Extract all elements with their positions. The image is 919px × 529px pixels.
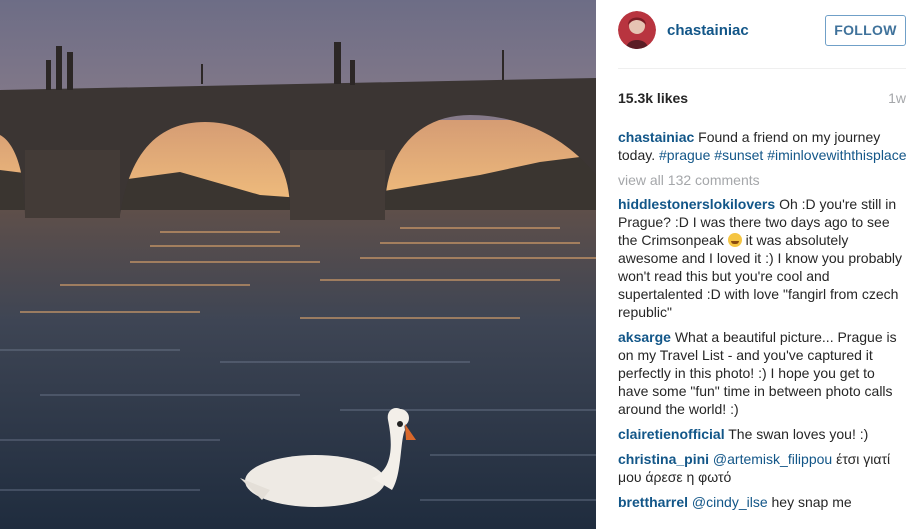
comment-item: clairetienofficial The swan loves you! :… [618,425,908,443]
comment-username[interactable]: clairetienofficial [618,426,725,442]
caption-username[interactable]: chastainiac [618,129,694,145]
likes-count[interactable]: 15.3k likes [618,90,688,106]
post-photo[interactable] [0,0,596,529]
hashtag[interactable]: #prague [659,147,710,163]
comment-text: hey snap me [771,494,852,510]
comment-username[interactable]: hiddlestonerslokilovers [618,196,775,212]
post-header: chastainiac FOLLOW [618,11,906,69]
comments-section: chastainiac Found a friend on my journey… [618,128,908,518]
comment-text: The swan loves you! :) [728,426,869,442]
comment-username[interactable]: brettharrel [618,494,688,510]
hashtag[interactable]: #sunset [714,147,763,163]
post-author-username[interactable]: chastainiac [667,22,749,39]
comment-mention[interactable]: @cindy_ilse [692,494,768,510]
comment-item: hiddlestonerslokilovers Oh :D you're sti… [618,195,908,321]
comment-item: aksarge What a beautiful picture... Prag… [618,328,908,418]
hashtag[interactable]: #iminlovewiththisplace [767,147,906,163]
view-all-comments-link[interactable]: view all 132 comments [618,171,908,189]
comment-username[interactable]: aksarge [618,329,671,345]
comment-mention[interactable]: @artemisk_filippou [713,451,832,467]
caption: chastainiac Found a friend on my journey… [618,128,908,164]
crying-laughing-emoji-icon [727,233,742,247]
post-details-panel: chastainiac FOLLOW 15.3k likes 1w chasta… [596,0,919,529]
follow-button[interactable]: FOLLOW [825,15,906,46]
comment-item: christina_pini @artemisk_filippou έτσι γ… [618,450,908,486]
comment-item: brettharrel @cindy_ilse hey snap me [618,493,908,511]
avatar[interactable] [618,11,656,49]
comment-username[interactable]: christina_pini [618,451,709,467]
post-age[interactable]: 1w [888,90,906,106]
